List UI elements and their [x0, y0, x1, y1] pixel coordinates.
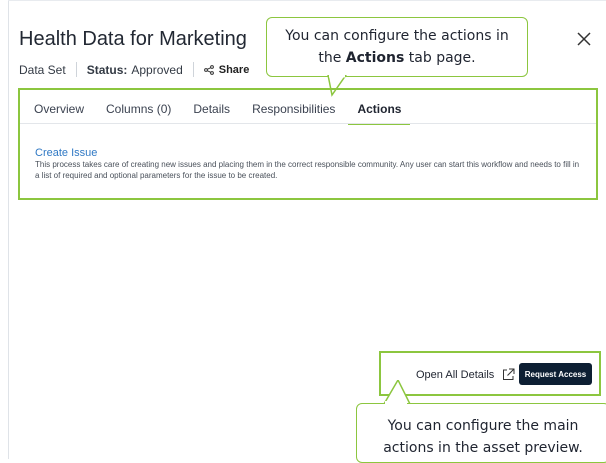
tab-details[interactable]: Details — [193, 102, 230, 125]
create-issue-description: This process takes care of creating new … — [35, 160, 580, 180]
divider — [75, 62, 77, 77]
share-button[interactable]: Share — [203, 63, 250, 76]
tabs-divider — [20, 123, 596, 124]
tab-actions[interactable]: Actions — [348, 102, 411, 125]
status-value: Approved — [131, 62, 183, 77]
share-icon — [203, 64, 214, 75]
share-label: Share — [218, 63, 250, 76]
panel-top-edge — [8, 0, 606, 1]
callout-top-line2: the Actions tab page. — [318, 50, 476, 66]
panel-left-edge — [8, 0, 9, 459]
create-issue-link[interactable]: Create Issue — [35, 147, 97, 159]
close-icon[interactable] — [575, 30, 593, 48]
open-all-details-label: Open All Details — [416, 368, 495, 381]
asset-meta: Data Set Status: Approved Share — [19, 62, 249, 77]
callout-bottom-line2: actions in the asset preview. — [383, 440, 583, 456]
callout-asset-preview: You can configure the main actions in th… — [356, 403, 606, 463]
asset-type: Data Set — [19, 62, 66, 77]
asset-title: Health Data for Marketing — [19, 28, 247, 50]
external-link-icon — [503, 368, 515, 380]
tab-overview[interactable]: Overview — [34, 102, 84, 125]
tab-columns[interactable]: Columns (0) — [106, 102, 171, 125]
tab-bar: Overview Columns (0) Details Responsibil… — [34, 102, 432, 125]
callout-bottom-pointer-mask — [385, 401, 407, 407]
callout-bottom-line1: You can configure the main — [387, 418, 579, 434]
tab-responsibilities[interactable]: Responsibilities — [252, 102, 335, 125]
status-label: Status: — [86, 62, 128, 77]
callout-actions-tab: You can configure the actions in the Act… — [266, 17, 528, 77]
callout-top-line1: You can configure the actions in — [285, 28, 509, 44]
tabs-panel: Overview Columns (0) Details Responsibil… — [18, 88, 598, 200]
divider — [192, 62, 194, 77]
request-access-button[interactable]: Request Access — [519, 363, 592, 385]
open-all-details-link[interactable]: Open All Details — [416, 368, 515, 381]
